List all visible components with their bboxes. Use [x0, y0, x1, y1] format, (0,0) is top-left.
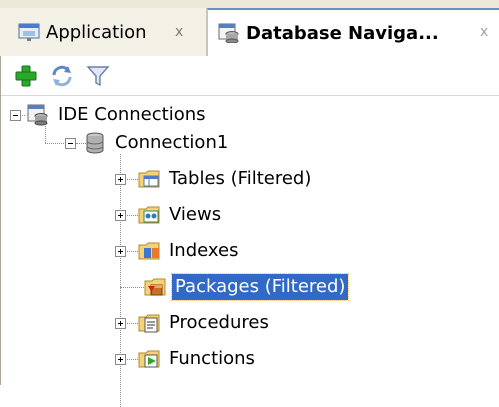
tree-node-label-selected: Packages (Filtered) [170, 273, 350, 301]
tree-node-tables[interactable]: Tables (Filtered) [138, 164, 314, 194]
collapse-toggle[interactable] [65, 138, 76, 149]
filter-button[interactable] [83, 62, 113, 90]
add-connection-button[interactable] [11, 62, 41, 90]
tab-application-close-icon[interactable]: x [175, 24, 183, 40]
ide-connections-icon [27, 104, 48, 126]
views-icon [138, 206, 160, 224]
tree-node-procedures[interactable]: Procedures [138, 308, 272, 338]
tree-node-views[interactable]: Views [138, 200, 224, 230]
functions-icon [138, 350, 160, 368]
database-navigator-icon [218, 23, 239, 43]
tab-database-navigator-close-icon[interactable]: x [480, 24, 488, 40]
tree-node-label: Indexes [169, 240, 239, 261]
filter-icon [86, 66, 110, 87]
connections-tree: IDE Connections Connection1 Tables (Filt… [1, 96, 499, 407]
tree-node-ide-connections[interactable]: IDE Connections [27, 100, 209, 130]
tree-node-label: Procedures [169, 312, 269, 333]
packages-icon [144, 278, 166, 296]
tree-node-functions[interactable]: Functions [138, 344, 258, 374]
tree-line [120, 287, 146, 288]
expand-toggle[interactable] [115, 174, 126, 185]
tree-node-packages[interactable]: Packages (Filtered) [144, 272, 350, 302]
tree-line [45, 143, 64, 144]
refresh-button[interactable] [47, 62, 77, 90]
tree-node-label: Views [169, 204, 222, 225]
tables-icon [138, 170, 160, 188]
tab-database-navigator[interactable]: Database Naviga... x [207, 8, 499, 56]
expand-toggle[interactable] [115, 318, 126, 329]
tab-application-label: Application [46, 21, 147, 43]
expand-toggle[interactable] [115, 354, 126, 365]
tab-database-navigator-label: Database Naviga... [246, 22, 439, 44]
tree-node-label: Tables (Filtered) [169, 168, 312, 189]
database-navigator-panel: IDE Connections Connection1 Tables (Filt… [0, 56, 499, 407]
tree-node-connection1[interactable]: Connection1 [84, 128, 231, 158]
expand-toggle[interactable] [115, 246, 126, 257]
tree-line [120, 154, 121, 407]
refresh-icon [52, 65, 72, 87]
database-icon [86, 132, 104, 154]
indexes-icon [138, 242, 160, 260]
add-icon [15, 65, 37, 87]
application-icon [18, 23, 40, 41]
procedures-icon [138, 314, 160, 333]
tab-application[interactable]: Application x [0, 8, 207, 56]
expand-toggle[interactable] [115, 210, 126, 221]
tree-node-label: Functions [169, 348, 255, 369]
collapse-toggle[interactable] [10, 110, 21, 121]
tree-node-label: IDE Connections [58, 104, 206, 125]
tree-node-label: Connection1 [115, 132, 229, 153]
tab-bar: Application x Database Naviga... x [0, 0, 499, 56]
tree-node-indexes[interactable]: Indexes [138, 236, 241, 266]
navigator-toolbar [1, 56, 499, 96]
